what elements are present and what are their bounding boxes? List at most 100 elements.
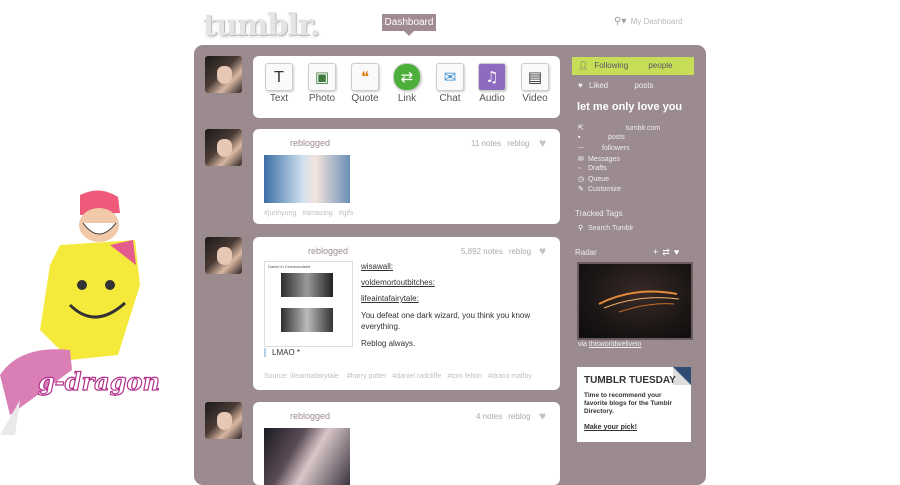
search-tumblr-link[interactable]: ⚲ Search Tumblr	[578, 224, 634, 232]
blog-link-drafts[interactable]: ▫ Drafts	[578, 165, 607, 172]
blog-link-messages[interactable]: ✉ Messages	[578, 155, 620, 163]
promo-title: TUMBLR TUESDAY	[584, 375, 676, 386]
reblog-icon[interactable]: ⇄	[662, 247, 674, 257]
clock-icon: ◷	[578, 176, 585, 183]
quote-icon: ❝	[351, 63, 379, 91]
promo-body: Time to recommend your favorite blogs fo…	[584, 392, 672, 415]
post-avatar[interactable]	[205, 237, 242, 274]
new-quote-post-button[interactable]: ❝ Quote	[345, 63, 385, 104]
external-link-icon: ⇱	[578, 125, 584, 132]
reblog-button[interactable]: reblog	[509, 247, 531, 256]
link-icon: ⇄	[393, 63, 421, 91]
blog-link-posts[interactable]: ▪ posts	[578, 134, 625, 141]
chat-icon: ✉	[436, 63, 464, 91]
promo-link[interactable]: Make your pick!	[584, 424, 637, 431]
audio-icon: ♫	[478, 63, 506, 91]
wrench-icon: ✎	[578, 186, 584, 193]
comic-caption: Daniel in Cinemacotebit	[268, 264, 311, 269]
post-comment: LMAO *	[264, 348, 300, 357]
tag[interactable]: #gifs	[339, 210, 354, 217]
post-meta: 11 notes reblog	[471, 139, 529, 148]
radar-light-streaks	[598, 290, 680, 313]
search-label: My Dashboard	[630, 17, 683, 26]
new-link-post-button[interactable]: ⇄ Link	[387, 63, 427, 104]
source-label: Source:	[264, 373, 289, 380]
blog-link-followers[interactable]: ⋯ followers	[578, 144, 630, 152]
heart-icon[interactable]: ♥	[539, 244, 546, 258]
following-link[interactable]: 👤︎ Following people	[572, 57, 694, 75]
radar-source-link[interactable]: thisworldwelivein	[589, 341, 642, 348]
tag[interactable]: #tom felton	[447, 373, 482, 380]
radar-credit: via thisworldwelivein	[578, 341, 642, 348]
heart-icon[interactable]: ♥	[674, 247, 683, 257]
video-icon: ▤	[521, 63, 549, 91]
search-icon: ⚲▾	[614, 16, 627, 27]
post-status: reblogged	[290, 411, 331, 421]
user-icon: 👤︎	[578, 61, 589, 70]
liked-link[interactable]: ♥ Liked posts	[578, 81, 653, 90]
chain-user[interactable]: lifeaintafairytale:	[361, 293, 547, 304]
search-box[interactable]: ⚲▾ My Dashboard	[614, 16, 683, 27]
tag[interactable]: #draco malfoy	[488, 373, 532, 380]
reply-text: Reblog always.	[361, 339, 416, 348]
post-card: reblogged 11 notes reblog ♥ #junhyung #ama…	[253, 129, 560, 224]
dashboard-nav-button[interactable]: Dashboard	[382, 14, 436, 36]
heart-icon[interactable]: ♥	[539, 136, 546, 150]
notes-count[interactable]: 11 notes	[471, 139, 501, 148]
post-status: reblogged	[308, 246, 349, 256]
reblog-button[interactable]: reblog	[508, 412, 530, 421]
post-status: reblogged	[290, 138, 331, 148]
post-image[interactable]	[264, 155, 350, 203]
tag[interactable]: #junhyung	[264, 210, 296, 217]
text-icon: T	[265, 63, 293, 91]
heart-icon[interactable]: ♥	[539, 409, 546, 423]
reblog-button[interactable]: reblog	[507, 139, 529, 148]
add-icon[interactable]: +	[653, 247, 662, 257]
tracked-tags-heading: Tracked Tags	[575, 209, 623, 218]
post-avatar[interactable]	[205, 402, 242, 439]
post-tags: Source: lifeaintafairytale #harry potter #…	[264, 373, 538, 380]
new-chat-post-button[interactable]: ✉ Chat	[430, 63, 470, 104]
drafts-icon: ▫	[578, 165, 581, 172]
blog-link-customize[interactable]: ✎ Customize	[578, 185, 621, 193]
new-photo-post-button[interactable]: ▣ Photo	[302, 63, 342, 104]
chain-user[interactable]: voldemortoutbitches:	[361, 277, 547, 288]
followers-icon: ⋯	[578, 145, 585, 152]
post-card: reblogged 4 notes reblog ♥	[253, 402, 560, 485]
mail-icon: ✉	[578, 156, 584, 163]
tumblr-tuesday-promo: TUMBLR TUESDAY Time to recommend your fa…	[577, 367, 691, 442]
search-icon: ⚲	[578, 225, 584, 232]
g-dragon-decoration: g-dragon	[0, 190, 161, 435]
svg-text:g-dragon: g-dragon	[38, 367, 160, 396]
tumblr-logo[interactable]: tumblr.	[203, 8, 320, 43]
tag[interactable]: #amazing	[302, 210, 332, 217]
radar-heading: Radar	[575, 248, 597, 257]
user-avatar[interactable]	[205, 56, 242, 93]
photo-icon: ▣	[308, 63, 336, 91]
blog-title[interactable]: let me only love you	[577, 101, 682, 113]
post-image[interactable]	[264, 428, 350, 485]
quote-text: You defeat one dark wizard, you think yo…	[361, 311, 531, 331]
post-meta: 4 notes reblog	[476, 412, 531, 421]
post-type-composer: T Text ▣ Photo ❝ Quote ⇄ Link ✉ Chat ♫ Audio ▤…	[253, 56, 560, 118]
post-avatar[interactable]	[205, 129, 242, 166]
blog-link-queue[interactable]: ◷ Queue	[578, 175, 609, 183]
tag[interactable]: #harry potter	[347, 373, 387, 380]
source-link[interactable]: lifeaintafairytale	[290, 373, 339, 380]
post-tags: #junhyung #amazing #gifs	[264, 210, 359, 217]
post-card: reblogged 5,892 notes reblog ♥ Daniel in …	[253, 237, 560, 390]
post-meta: 5,892 notes reblog	[461, 247, 531, 256]
new-text-post-button[interactable]: T Text	[259, 63, 299, 104]
posts-icon: ▪	[578, 134, 581, 141]
new-video-post-button[interactable]: ▤ Video	[515, 63, 555, 104]
heart-icon: ♥	[578, 81, 583, 90]
radar-actions: +⇄♥	[653, 247, 683, 258]
radar-image[interactable]	[577, 262, 693, 340]
post-comic-image[interactable]: Daniel in Cinemacotebit	[264, 261, 353, 347]
new-audio-post-button[interactable]: ♫ Audio	[472, 63, 512, 104]
chain-user[interactable]: wisawall:	[361, 261, 547, 272]
blog-link-tumblr[interactable]: ⇱ tumblr.com	[578, 124, 660, 132]
notes-count[interactable]: 5,892 notes	[461, 247, 503, 256]
tag[interactable]: #daniel radcliffe	[392, 373, 441, 380]
notes-count[interactable]: 4 notes	[476, 412, 502, 421]
